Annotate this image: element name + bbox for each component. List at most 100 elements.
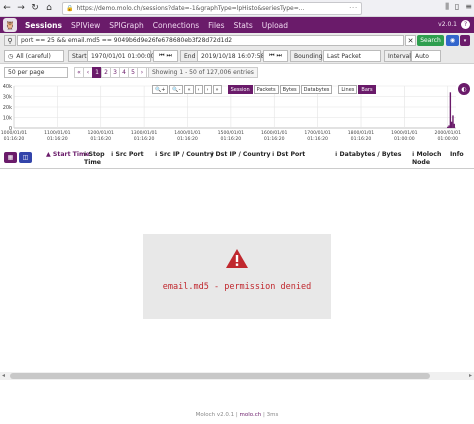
end-time-stepper[interactable]: ⏮ ⏭ [263,50,288,62]
lock-icon: 🔒 [66,5,74,12]
step-back-icon[interactable]: ⏮ [159,52,164,60]
page-actions-icon[interactable]: ··· [349,5,361,12]
nav-upload[interactable]: Upload [262,21,288,30]
scroll-left-icon[interactable]: ◂ [2,372,5,379]
y-tick-label: 20k [3,105,12,111]
search-button[interactable]: Search [417,35,444,46]
x-tick-date: 1100/01/01 [44,130,71,136]
x-tick-time: 01:16:20 [47,136,68,142]
col-databytes-bytes[interactable]: ⁞ Databytes / Bytes [335,151,401,159]
x-tick-date: 1200/01/01 [88,130,115,136]
start-time-stepper[interactable]: ⏮ ⏭ [153,50,178,62]
series-packets-button[interactable]: Packets [253,85,279,94]
x-tick-time: 01:00:00 [394,136,415,142]
scroll-right-icon[interactable]: ▸ [469,372,472,379]
menu-icon[interactable]: ≡ [465,2,472,12]
error-message: email.md5 - permission denied [162,282,312,292]
showing-entries: Showing 1 - 50 of 127,006 entries [148,67,258,78]
col-src-ip-country[interactable]: ⁞ Src IP / Country [155,151,214,159]
nav-sessions[interactable]: Sessions [25,21,62,30]
search-input[interactable]: port == 25 && email.md5 == 9049b6d9e26fe… [17,35,404,46]
views-eye-icon[interactable]: ◉ [446,35,459,46]
x-tick-date: 1700/01/01 [304,130,331,136]
moloch-logo-icon[interactable]: 🦉 [3,18,17,32]
end-label: End [180,50,198,62]
histogram-bar [447,126,449,128]
series-session-button[interactable]: Session [227,85,253,94]
sessions-table-header: ▦ ◫ ▲ Start Time ⁞ Stop Time ⁞ Src Port … [0,147,474,169]
y-tick-label: 40k [3,84,12,90]
start-time-input[interactable]: 1970/01/01 01:00:00 [87,50,154,62]
nav-stats[interactable]: Stats [234,21,253,30]
end-time-input[interactable]: 2019/10/18 16:07:58 [197,50,264,62]
x-tick-time: 01:16:20 [264,136,285,142]
sidebar-icon[interactable]: ▯ [455,2,459,12]
error-panel: email.md5 - permission denied [143,234,331,319]
col-dst-port[interactable]: ⁞ Dst Port [272,151,305,159]
reload-icon[interactable]: ↻ [28,1,42,15]
home-icon[interactable]: ⌂ [42,1,56,15]
col-moloch-node[interactable]: ⁞ Moloch Node [412,151,444,167]
pagination: « ‹ 1 2 3 4 5 › » [74,67,156,78]
x-tick-date: 1000/01/01 [1,130,28,136]
x-tick-date: 1800/01/01 [348,130,375,136]
x-tick-time: 01:16:20 [177,136,198,142]
interval-select[interactable]: Auto [411,50,441,62]
histogram-bar [448,125,450,128]
horizontal-scrollbar[interactable]: ◂ ▸ [0,372,474,380]
pan-far-left-button[interactable]: « [184,85,194,94]
scrollbar-thumb[interactable] [10,373,430,379]
series-bytes-button[interactable]: Bytes [279,85,300,94]
style-bars-button[interactable]: Bars [358,85,376,94]
per-page-select[interactable]: 50 per page [4,67,68,78]
nav-spigraph[interactable]: SPIGraph [109,21,144,30]
interval-label: Interval [384,50,411,62]
nav-spiview[interactable]: SPIView [71,21,100,30]
histogram-bar [452,115,454,128]
x-tick-time: 01:16:20 [4,136,25,142]
col-stop-time[interactable]: ⁞ Stop Time [84,151,106,167]
histogram-bar [453,123,455,128]
forward-icon[interactable]: → [14,1,28,15]
col-src-port[interactable]: ⁞ Src Port [111,151,144,159]
nav-connections[interactable]: Connections [153,21,199,30]
pan-right-button[interactable]: › [203,85,212,94]
nav-files[interactable]: Files [208,21,224,30]
col-info[interactable]: Info [450,151,464,159]
step-forward-icon[interactable]: ⏭ [166,52,171,60]
end-step-back-icon[interactable]: ⏮ [269,52,274,60]
y-tick-label: 10k [3,116,12,122]
end-step-forward-icon[interactable]: ⏭ [276,52,281,60]
bounding-select[interactable]: Last Packet [323,50,381,62]
pan-left-button[interactable]: ‹ [194,85,203,94]
column-config-icon[interactable]: ◫ [19,152,32,163]
column-visibility-icon[interactable]: ▦ [4,152,17,163]
url-text: https://demo.molo.ch/sessions?date=-1&gr… [76,5,305,12]
search-bar: ⚲ port == 25 && email.md5 == 9049b6d9e26… [0,33,474,48]
actions-caret-icon[interactable]: ▾ [460,35,470,46]
x-tick-date: 1500/01/01 [218,130,245,136]
style-lines-button[interactable]: Lines [338,85,358,94]
histogram-bar [449,92,452,128]
time-range-select[interactable]: ◷ All (careful) [4,50,64,62]
warning-icon [226,249,248,268]
version-label: v2.0.1 [438,21,457,28]
library-icon[interactable]: ⫼ [445,2,449,12]
bounding-label: Bounding [290,50,322,62]
series-databytes-button[interactable]: Databytes [300,85,333,94]
help-icon[interactable]: ? [461,20,470,29]
x-tick-time: 01:16:20 [90,136,111,142]
back-icon[interactable]: ← [0,1,14,15]
pan-far-right-button[interactable]: » [212,85,222,94]
graph-controls: 🔍+ 🔍- « ‹ › » Session Packets Bytes Data… [152,85,376,94]
url-bar[interactable]: 🔒 https://demo.molo.ch/sessions?date=-1&… [62,2,362,15]
clear-search-button[interactable]: ✕ [405,35,416,46]
x-tick-time: 01:16:20 [221,136,242,142]
start-label: Start [68,50,88,62]
molo-ch-link[interactable]: molo.ch [240,412,262,418]
zoom-in-button[interactable]: 🔍+ [152,85,169,94]
x-tick-date: 1400/01/01 [174,130,201,136]
col-dst-ip-country[interactable]: ⁞ Dst IP / Country [211,151,271,159]
zoom-out-button[interactable]: 🔍- [169,85,184,94]
map-globe-icon[interactable]: ◐ [458,83,470,95]
